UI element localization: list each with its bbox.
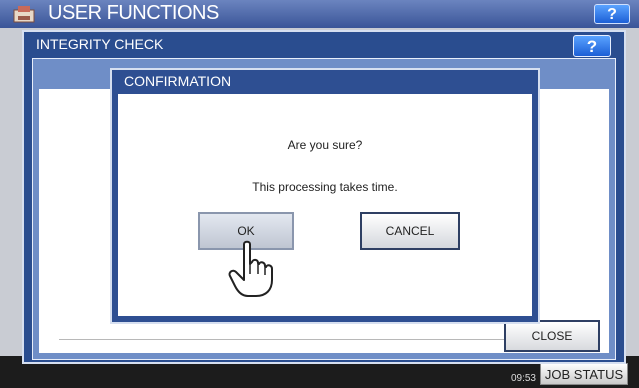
hand-pointer-icon	[228, 240, 273, 297]
window-title: INTEGRITY CHECK	[36, 36, 164, 52]
app-title: USER FUNCTIONS	[48, 2, 219, 24]
dialog-title: CONFIRMATION	[124, 73, 232, 89]
confirmation-question: Are you sure?	[287, 138, 363, 152]
divider	[59, 339, 511, 340]
dialog-body: Are you sure? This processing takes time…	[118, 94, 532, 316]
help-button[interactable]: ?	[573, 35, 611, 57]
user-functions-icon	[13, 6, 35, 23]
clock-time: 09:53	[510, 373, 536, 384]
help-button-background[interactable]: ?	[594, 4, 630, 24]
confirmation-dialog: CONFIRMATION Are you sure? This processi…	[110, 68, 540, 324]
job-status-button[interactable]: JOB STATUS	[540, 363, 628, 385]
clock: 09:53	[486, 364, 536, 384]
cancel-button[interactable]: CANCEL	[360, 212, 460, 250]
close-button[interactable]: CLOSE	[504, 320, 600, 352]
processing-note: This processing takes time.	[252, 180, 398, 194]
